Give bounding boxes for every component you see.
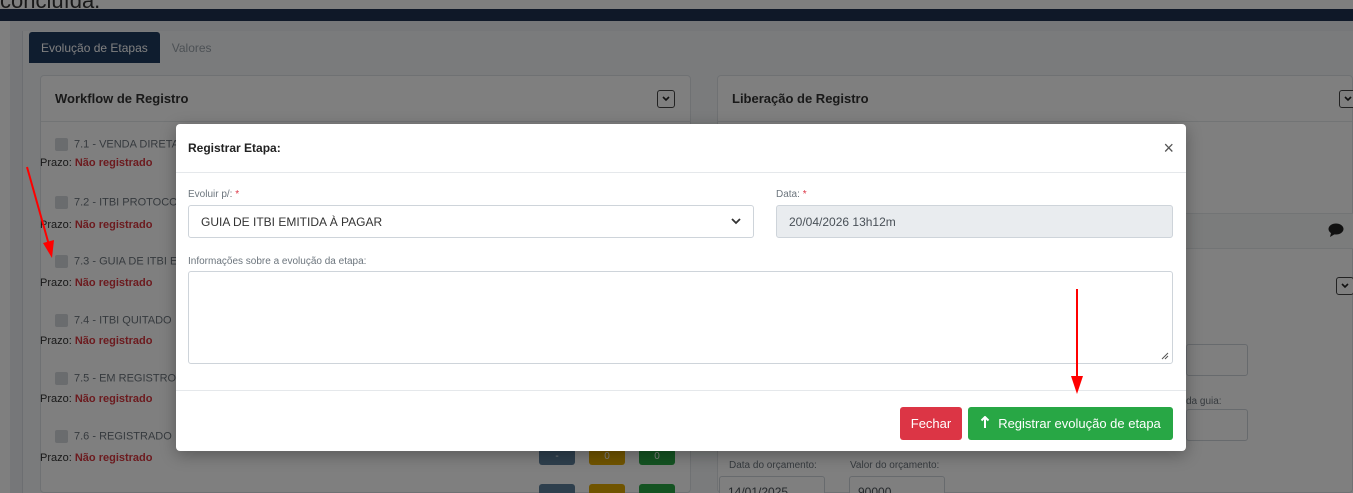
evoluir-select-value: GUIA DE ITBI EMITIDA À PAGAR (201, 215, 383, 229)
required-mark: * (802, 189, 807, 200)
close-icon[interactable]: × (1163, 139, 1174, 157)
registrar-button-label: Registrar evolução de etapa (998, 416, 1161, 431)
required-mark: * (235, 189, 240, 200)
info-label: Informações sobre a evolução da etapa: (188, 256, 367, 267)
evoluir-label-text: Evoluir p/: (188, 189, 233, 200)
arrow-up-icon (980, 415, 990, 432)
registrar-etapa-modal: Registrar Etapa: × Evoluir p/: * GUIA DE… (176, 124, 1186, 451)
info-textarea[interactable] (188, 271, 1173, 364)
data-input[interactable]: 20/04/2026 13h12m (776, 205, 1173, 238)
evoluir-label: Evoluir p/: * (188, 189, 239, 200)
resize-handle-icon[interactable] (1161, 352, 1169, 360)
modal-footer: Fechar Registrar evolução de etapa (176, 390, 1186, 451)
registrar-evolucao-button[interactable]: Registrar evolução de etapa (968, 407, 1173, 440)
data-label: Data: * (776, 189, 807, 200)
fechar-button[interactable]: Fechar (900, 407, 962, 440)
annotation-arrow-right (1071, 289, 1083, 394)
evoluir-select[interactable]: GUIA DE ITBI EMITIDA À PAGAR (188, 205, 754, 238)
modal-title: Registrar Etapa: (188, 141, 281, 155)
modal-header: Registrar Etapa: × (176, 124, 1186, 173)
chevron-down-icon (731, 218, 741, 225)
data-label-text: Data: (776, 189, 800, 200)
annotation-arrow-left (26, 166, 54, 258)
